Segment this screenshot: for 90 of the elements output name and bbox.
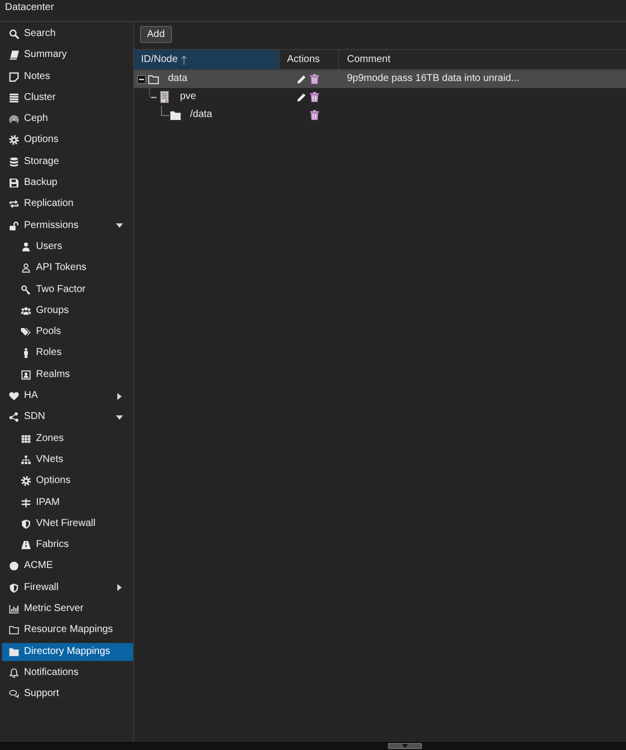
bell-icon [9,668,19,678]
book-icon [9,50,19,60]
sidebar-item[interactable]: Storage [2,152,133,171]
sidebar-item[interactable]: Roles [2,344,133,362]
trash-icon[interactable] [310,92,319,102]
column-header[interactable]: Comment [339,50,626,69]
database-icon [9,156,19,167]
sidebar-item[interactable]: Cluster [2,88,133,107]
portrait-icon [21,370,31,380]
sidebar-item[interactable]: Options [2,131,133,150]
sidebar-item[interactable]: HA [2,387,133,406]
gear-icon [21,476,31,486]
sidebar-item[interactable]: Search [2,25,133,43]
sidebar-item[interactable]: Two Factor [2,280,133,299]
users-icon [21,306,31,316]
stacked-bars-icon [9,92,19,103]
key-icon [21,284,31,295]
sidebar-item[interactable]: Ceph [2,110,133,128]
sidebar-item[interactable]: Options [2,472,133,490]
sidebar-item[interactable]: ACME [2,557,133,576]
sidebar-item[interactable]: Groups [2,302,133,320]
trash-icon[interactable] [310,74,319,84]
sidebar-item[interactable]: Notifications [2,664,133,682]
grid-icon [21,434,31,444]
minus-toggle-icon[interactable] [137,74,146,84]
add-button[interactable]: Add [140,26,172,43]
sidebar-item[interactable]: SDN [2,408,133,426]
sidebar-item[interactable]: Zones [2,430,133,448]
node-label: data [168,73,188,85]
comment-text: 9p9mode pass 16TB data into unraid... [347,73,520,85]
person-icon [21,348,31,358]
folder-icon [170,110,181,120]
caret-down-icon[interactable] [116,222,123,230]
sort-up-icon [180,54,187,64]
panel-title: Datacenter [5,2,54,14]
crossed-bars-icon [21,498,31,508]
sidebar-item[interactable]: Resource Mappings [2,621,133,640]
caret-right-icon[interactable] [116,584,123,592]
sidebar-item[interactable]: Directory Mappings [2,642,133,661]
trash-icon[interactable] [310,110,319,120]
minus-toggle-icon[interactable] [149,88,157,100]
circle-icon [9,561,19,572]
user-icon [21,242,31,252]
node-label: /data [190,109,212,121]
sidebar-item[interactable]: Summary [2,46,133,64]
user-outline-icon [21,263,31,274]
connected-nodes-icon [9,412,19,422]
chat-bubbles-icon [9,689,19,700]
sidebar-item[interactable]: Metric Server [2,600,133,618]
sidebar-item[interactable]: Firewall [2,578,133,597]
sidebar-item[interactable]: VNet Firewall [2,514,133,533]
tags-icon [21,327,31,338]
bar-chart-icon [9,604,19,614]
road-icon [21,540,31,550]
folder-icon [9,646,19,657]
sidebar-item[interactable]: Permissions [2,216,133,235]
tree-elbow-icon [161,106,169,116]
node-label: pve [180,91,196,103]
shield-icon [21,518,31,529]
folder-outline-icon [148,74,159,84]
selected-row[interactable]: data 9p9mode pass 16TB data into unraid... [134,70,626,88]
loop-arrows-icon [9,199,19,210]
search-icon [9,29,19,39]
column-header[interactable]: Actions [280,50,339,69]
sidebar-item[interactable]: Notes [2,68,133,86]
caret-right-icon[interactable] [116,392,123,400]
server-icon [160,91,169,103]
shield-icon [9,582,19,593]
folder-outline-icon [9,625,19,636]
sidebar-item[interactable]: Pools [2,323,133,342]
pencil-icon[interactable] [297,92,306,102]
caret-down-icon[interactable] [116,414,123,421]
gear-icon [9,135,19,146]
sidebar-item[interactable]: Realms [2,366,133,384]
open-padlock-icon [9,220,19,231]
sidebar-item[interactable]: Users [2,238,133,256]
sidebar-item[interactable]: Replication [2,195,133,214]
sidebar-item[interactable]: IPAM [2,494,133,512]
hierarchy-icon [21,454,31,465]
sidebar-item[interactable]: Fabrics [2,536,133,554]
sidebar-item[interactable]: VNets [2,450,133,469]
sidebar-item[interactable]: Support [2,685,133,704]
sidebar-item[interactable]: Backup [2,174,133,192]
heart-icon [9,391,19,402]
rings-icon [9,114,19,124]
sidebar-item[interactable]: API Tokens [2,259,133,278]
pencil-icon[interactable] [297,74,306,84]
column-header[interactable]: ID/Node [134,50,280,69]
collapse-handle[interactable] [388,743,422,749]
note-icon [9,72,19,82]
